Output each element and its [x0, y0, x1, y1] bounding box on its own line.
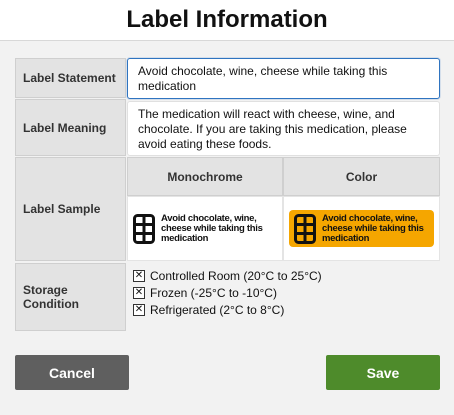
save-button[interactable]: Save [326, 355, 440, 390]
storage-option-controlled-room[interactable]: ✕ Controlled Room (20°C to 25°C) [133, 267, 433, 284]
storage-condition-label: Storage Condition [15, 263, 126, 331]
color-label-sample: Avoid chocolate, wine, cheese while taki… [289, 210, 434, 247]
storage-option-frozen[interactable]: ✕ Frozen (-25°C to -10°C) [133, 284, 433, 301]
color-sample-text: Avoid chocolate, wine, cheese while taki… [322, 212, 424, 244]
label-sample-label: Label Sample [15, 157, 126, 261]
dialog-title: Label Information [126, 6, 328, 33]
header-divider [0, 40, 454, 41]
label-meaning-label: Label Meaning [15, 99, 126, 156]
dialog-header: Label Information [0, 0, 454, 40]
label-meaning-text: The medication will react with cheese, w… [127, 101, 440, 156]
checkbox-frozen[interactable]: ✕ [133, 286, 145, 299]
grid-icon [294, 213, 316, 244]
checkbox-refrigerated[interactable]: ✕ [133, 303, 145, 316]
monochrome-label-sample: Avoid chocolate, wine, cheese while taki… [133, 211, 279, 247]
color-header: Color [283, 157, 440, 196]
storage-option-label: Frozen (-25°C to -10°C) [150, 285, 277, 300]
label-statement-input[interactable]: Avoid chocolate, wine, cheese while taki… [127, 58, 440, 99]
monochrome-header: Monochrome [127, 157, 283, 196]
grid-icon [133, 214, 155, 244]
storage-option-label: Refrigerated (2°C to 8°C) [150, 302, 285, 317]
cancel-button[interactable]: Cancel [15, 355, 129, 390]
storage-option-refrigerated[interactable]: ✕ Refrigerated (2°C to 8°C) [133, 301, 433, 318]
monochrome-sample-text: Avoid chocolate, wine, cheese while taki… [161, 213, 263, 244]
storage-options-list: ✕ Controlled Room (20°C to 25°C) ✕ Froze… [133, 267, 433, 318]
storage-option-label: Controlled Room (20°C to 25°C) [150, 268, 322, 283]
checkbox-controlled-room[interactable]: ✕ [133, 269, 145, 282]
label-statement-label: Label Statement [15, 58, 126, 98]
